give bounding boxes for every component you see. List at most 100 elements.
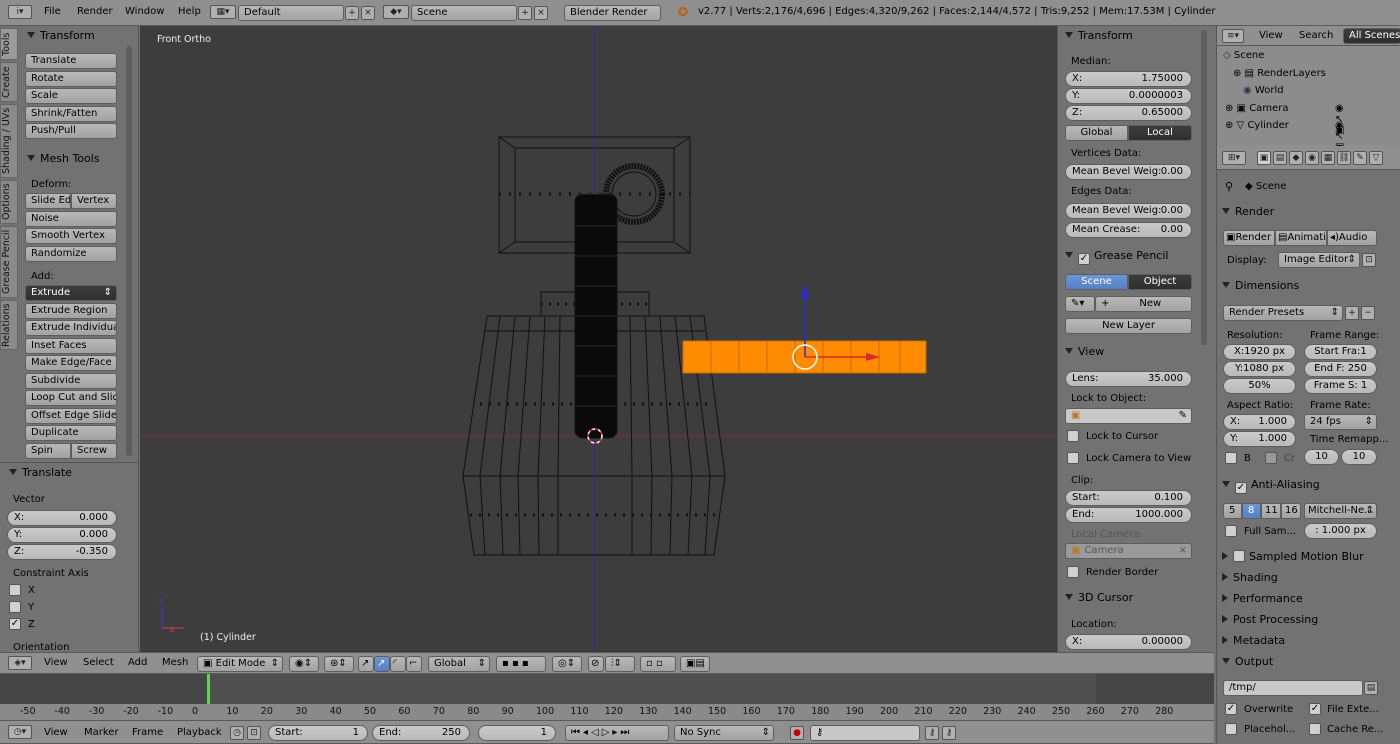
output-header[interactable]: Output bbox=[1222, 655, 1273, 668]
pin-icon[interactable]: ⚲ bbox=[1225, 180, 1233, 193]
timeline-view-menu[interactable]: View bbox=[44, 727, 68, 738]
tab-tools[interactable]: Tools bbox=[0, 28, 18, 60]
post-processing-header[interactable]: Post Processing bbox=[1222, 613, 1318, 626]
outliner-item-renderlayers[interactable]: ⊕ ▤ RenderLayers bbox=[1233, 68, 1326, 79]
view-panel-header[interactable]: View bbox=[1065, 345, 1104, 358]
aa-samples-8[interactable]: 8 bbox=[1242, 503, 1261, 519]
spin-button[interactable]: Spin bbox=[25, 443, 71, 459]
vector-x-field[interactable]: X: 0.000 bbox=[7, 510, 117, 526]
median-x-field[interactable]: X: 1.75000 bbox=[1065, 71, 1192, 87]
grease-pencil-header[interactable]: ✓ Grease Pencil bbox=[1065, 249, 1168, 265]
resolution-percent-field[interactable]: 50% bbox=[1223, 378, 1296, 394]
menu-file[interactable]: File bbox=[44, 6, 61, 17]
anti-aliasing-header[interactable]: ✓ Anti-Aliasing bbox=[1222, 478, 1320, 494]
motion-blur-header[interactable]: Sampled Motion Blur bbox=[1222, 550, 1364, 563]
scale-button[interactable]: Scale bbox=[25, 88, 117, 104]
snap-toggle[interactable]: ⊘ bbox=[588, 656, 604, 672]
rotate-button[interactable]: Rotate bbox=[25, 71, 117, 87]
duplicate-button[interactable]: Duplicate bbox=[25, 425, 117, 441]
cache-result-checkbox[interactable] bbox=[1309, 723, 1321, 735]
timeline-editor-icon[interactable]: ◷▾ bbox=[8, 725, 32, 739]
n-transform-header[interactable]: Transform bbox=[1065, 29, 1133, 42]
keying-set-field[interactable]: ⚷ bbox=[810, 725, 920, 741]
outliner-view-menu[interactable]: View bbox=[1259, 30, 1283, 41]
layout-select[interactable]: Default bbox=[238, 5, 344, 21]
lock-range-icon[interactable]: ⊡ bbox=[247, 726, 261, 740]
render-image-button[interactable]: ▣Render bbox=[1223, 230, 1275, 246]
object-tab-icon[interactable]: ▦ bbox=[1321, 151, 1335, 165]
performance-header[interactable]: Performance bbox=[1222, 592, 1303, 605]
time-remap-old-field[interactable]: 10 bbox=[1304, 449, 1339, 465]
layout-remove-icon[interactable]: × bbox=[361, 6, 375, 20]
scene-icon[interactable]: ◆▾ bbox=[383, 5, 409, 19]
transform-panel-header[interactable]: Transform bbox=[27, 29, 95, 42]
output-path-field[interactable]: /tmp/ bbox=[1223, 680, 1363, 696]
start-frame-field[interactable]: Start Fra:1 bbox=[1304, 344, 1377, 360]
resolution-x-field[interactable]: X:1920 px bbox=[1223, 344, 1296, 360]
output-folder-icon[interactable]: ▤ bbox=[1364, 681, 1378, 695]
slide-edge-button[interactable]: Slide Ed bbox=[25, 193, 71, 209]
constraint-y-checkbox[interactable] bbox=[9, 601, 21, 613]
lock-object-field[interactable]: ▣ ✎ bbox=[1065, 408, 1192, 424]
constraint-x-checkbox[interactable] bbox=[9, 584, 21, 596]
render-panel-header[interactable]: Render bbox=[1222, 205, 1274, 218]
median-z-field[interactable]: Z: 0.65000 bbox=[1065, 105, 1192, 121]
outliner-display-select[interactable]: All Scenes bbox=[1343, 28, 1400, 44]
snap-element-select[interactable]: ⫶⇕ bbox=[605, 656, 635, 672]
proportional-edit-select[interactable]: ◎⇕ bbox=[552, 656, 582, 672]
end-frame-field[interactable]: End F: 250 bbox=[1304, 361, 1377, 377]
view3d-select-menu[interactable]: Select bbox=[83, 657, 114, 668]
info-editor-icon[interactable]: i▾ bbox=[8, 5, 32, 19]
global-toggle[interactable]: Global bbox=[1065, 125, 1128, 141]
border-checkbox[interactable] bbox=[1225, 452, 1237, 464]
outliner-item-cylinder[interactable]: ⊕ ▽ Cylinder◉ ↖ ▣ bbox=[1225, 120, 1344, 146]
properties-editor-icon[interactable]: ⊞▾ bbox=[1222, 151, 1246, 165]
aspect-x-field[interactable]: X: 1.000 bbox=[1223, 414, 1296, 430]
playback-controls[interactable]: ⏮◂◁▷▸⏭ bbox=[565, 725, 669, 741]
translate-button[interactable]: Translate bbox=[25, 53, 117, 69]
placeholders-checkbox[interactable] bbox=[1225, 723, 1237, 735]
mode-select[interactable]: ▣ Edit Mode ⇕ bbox=[197, 656, 283, 672]
shading-select[interactable]: ◉⇕ bbox=[289, 656, 319, 672]
resolution-y-field[interactable]: Y:1080 px bbox=[1223, 361, 1296, 377]
pivot-select[interactable]: ⊛⇕ bbox=[324, 656, 354, 672]
preset-add-icon[interactable]: + bbox=[1345, 306, 1359, 320]
view3d-editor-icon[interactable]: ◈▾ bbox=[8, 656, 32, 670]
aa-filter-select[interactable]: Mitchell-Ne... ⇕ bbox=[1304, 503, 1377, 519]
rotate-manipulator-icon[interactable]: ◜ bbox=[390, 656, 406, 672]
tab-relations[interactable]: Relations bbox=[0, 300, 18, 350]
gp-new-layer-button[interactable]: New Layer bbox=[1065, 318, 1192, 334]
tab-shading-uvs[interactable]: Shading / UVs bbox=[0, 104, 18, 178]
overwrite-checkbox[interactable]: ✓ bbox=[1225, 703, 1237, 715]
constraints-tab-icon[interactable]: ⛓ bbox=[1337, 151, 1351, 165]
vector-z-field[interactable]: Z: -0.350 bbox=[7, 544, 117, 560]
select-mode-buttons[interactable]: ▫ ▫ bbox=[640, 656, 676, 672]
inset-faces-button[interactable]: Inset Faces bbox=[25, 338, 117, 354]
extrude-individual-button[interactable]: Extrude Individual bbox=[25, 320, 117, 336]
lock-camera-checkbox[interactable] bbox=[1067, 452, 1079, 464]
translate-manipulator-icon[interactable]: ↗ bbox=[374, 656, 390, 672]
mean-crease-field[interactable]: Mean Crease: 0.00 bbox=[1065, 222, 1192, 238]
menu-window[interactable]: Window bbox=[125, 6, 164, 17]
randomize-button[interactable]: Randomize bbox=[25, 246, 117, 262]
render-audio-button[interactable]: ◂)Audio bbox=[1327, 230, 1377, 246]
frame-rate-select[interactable]: 24 fps ⇕ bbox=[1304, 414, 1377, 430]
menu-render[interactable]: Render bbox=[77, 6, 113, 17]
outliner-item-scene[interactable]: ◇ Scene bbox=[1223, 50, 1264, 61]
clip-start-field[interactable]: Start: 0.100 bbox=[1065, 490, 1192, 506]
tab-grease-pencil[interactable]: Grease Pencil bbox=[0, 226, 18, 298]
3d-cursor-header[interactable]: 3D Cursor bbox=[1065, 591, 1133, 604]
extrude-region-button[interactable]: Extrude Region bbox=[25, 303, 117, 319]
gp-new-button[interactable]: + New bbox=[1095, 296, 1192, 312]
orientation-select[interactable]: Global ⇕ bbox=[428, 656, 490, 672]
tab-create[interactable]: Create bbox=[0, 62, 18, 102]
display-select[interactable]: Image Editor ⇕ bbox=[1278, 252, 1360, 268]
preview-range-icon[interactable]: ◷ bbox=[230, 726, 244, 740]
current-frame-field[interactable]: 1 bbox=[478, 725, 556, 741]
scale-manipulator-icon[interactable]: ⌐ bbox=[406, 656, 422, 672]
crop-checkbox[interactable] bbox=[1265, 452, 1277, 464]
mean-bevel-vertex-field[interactable]: Mean Bevel Weig: 0.00 bbox=[1065, 164, 1192, 180]
current-frame-marker[interactable] bbox=[207, 674, 210, 704]
tool-shelf-scrollbar[interactable] bbox=[126, 46, 132, 456]
mesh-tools-panel-header[interactable]: Mesh Tools bbox=[27, 152, 100, 165]
